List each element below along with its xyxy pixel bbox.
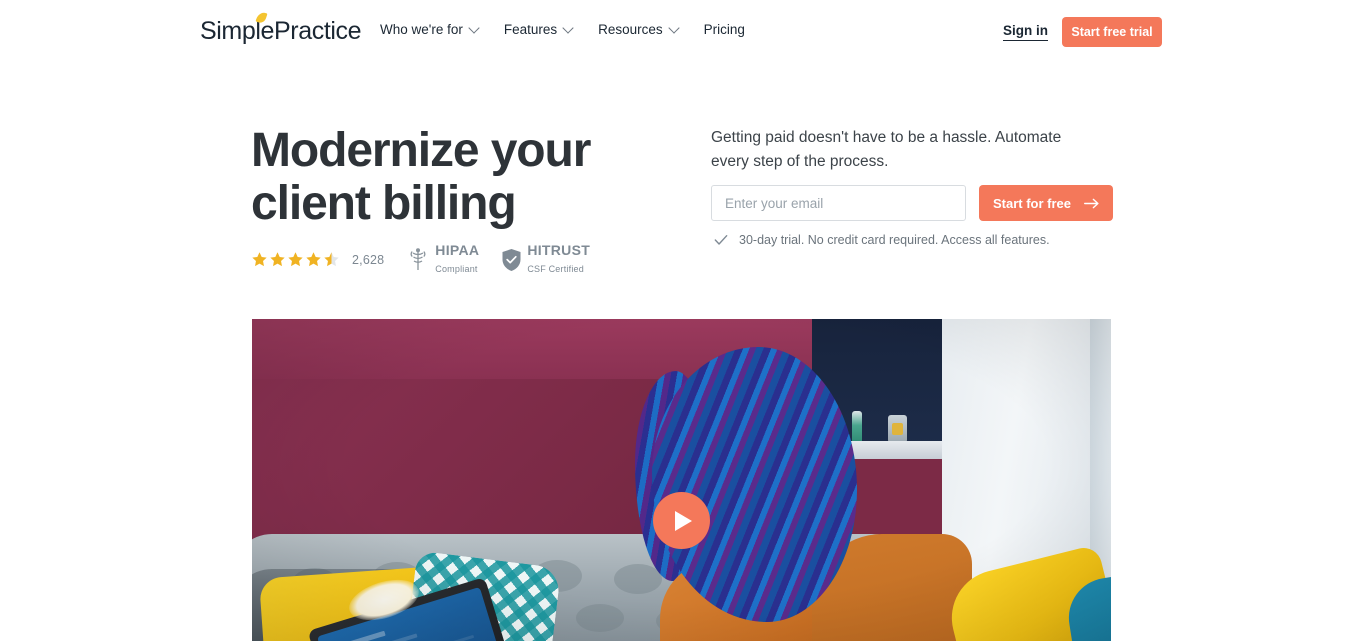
shield-check-icon [502, 248, 521, 271]
hipaa-badge-subtitle: Compliant [435, 263, 478, 274]
fine-print-row: 30-day trial. No credit card required. A… [714, 233, 1050, 247]
star-icon [288, 252, 303, 267]
hitrust-badge-subtitle: CSF Certified [527, 263, 584, 274]
hero-subheadline: Getting paid doesn't have to be a hassle… [711, 129, 1062, 170]
email-input[interactable] [711, 185, 966, 221]
brand-logo[interactable]: SimplePractice [200, 10, 362, 46]
trust-row: 2,628 HIPAA Compliant HITRUST CSF Certif… [251, 243, 590, 277]
nav-label: Who we're for [380, 22, 463, 37]
nav-item-pricing[interactable]: Pricing [704, 22, 745, 37]
star-icon [252, 252, 267, 267]
nav-item-features[interactable]: Features [503, 21, 574, 37]
brand-logo-text: SimplePractice [200, 17, 362, 45]
arrow-right-icon [1084, 198, 1099, 208]
star-icon [306, 252, 321, 267]
star-rating [251, 251, 340, 268]
chevron-down-icon [668, 21, 680, 34]
start-for-free-button[interactable]: Start for free [979, 185, 1113, 221]
chevron-down-icon [468, 21, 480, 34]
fine-print-text: 30-day trial. No credit card required. A… [739, 233, 1050, 247]
chevron-down-icon [562, 21, 574, 34]
nav-label: Features [503, 22, 558, 37]
star-half-icon [324, 252, 339, 267]
check-icon [714, 235, 728, 245]
caduceus-icon [410, 247, 426, 270]
hipaa-badge-text: HIPAA Compliant [435, 243, 479, 277]
start-free-trial-button[interactable]: Start free trial [1062, 17, 1162, 47]
nav-label: Pricing [703, 22, 745, 37]
nav-item-resources[interactable]: Resources [598, 21, 680, 37]
hipaa-badge: HIPAA Compliant [406, 243, 479, 277]
play-triangle-icon [675, 510, 692, 531]
play-video-button[interactable] [653, 492, 710, 549]
photo-vignette [252, 319, 1111, 641]
hitrust-badge: HITRUST CSF Certified [501, 243, 590, 277]
main-navigation: Who we're for Features Resources Pricing [380, 21, 745, 37]
hero-video-thumbnail[interactable] [252, 319, 1111, 641]
hitrust-badge-text: HITRUST CSF Certified [527, 243, 590, 277]
hipaa-badge-title: HIPAA [435, 242, 480, 258]
signup-form: Start for free [711, 185, 1113, 221]
rating-count: 2,628 [352, 252, 385, 267]
start-for-free-label: Start for free [993, 195, 1072, 211]
landing-page: SimplePractice Who we're for Features Re… [0, 0, 1359, 641]
site-header: SimplePractice Who we're for Features Re… [0, 0, 1359, 62]
hero-headline: Modernize your client billing [251, 124, 591, 230]
nav-label: Resources [598, 22, 663, 37]
nav-item-who-were-for[interactable]: Who we're for [380, 21, 480, 37]
hitrust-badge-title: HITRUST [527, 242, 591, 258]
star-icon [270, 252, 285, 267]
sign-in-link[interactable]: Sign in [1003, 23, 1048, 41]
